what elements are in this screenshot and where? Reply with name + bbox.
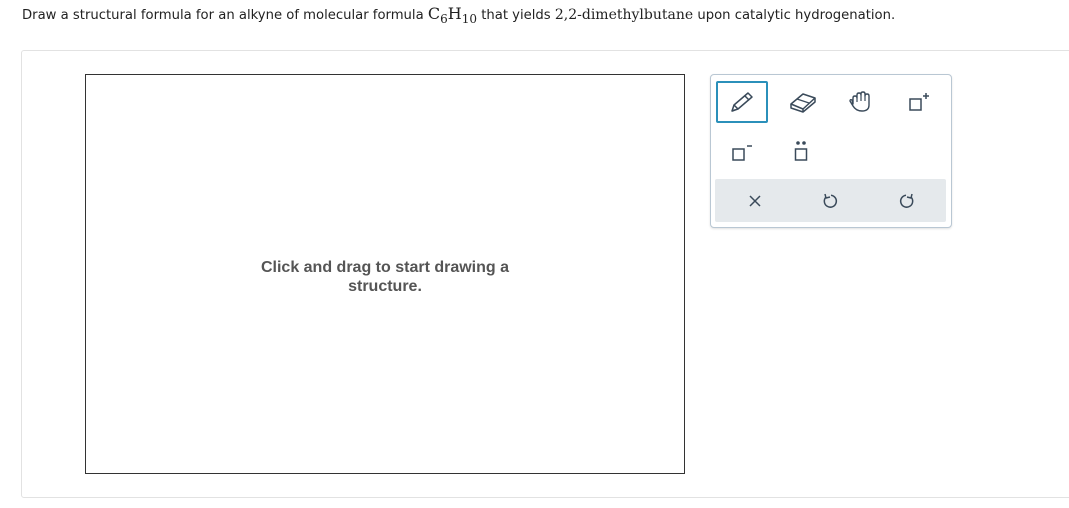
- hand-tool-button[interactable]: [835, 81, 887, 123]
- positive-charge-tool-button[interactable]: [893, 81, 945, 123]
- eraser-tool-button[interactable]: [777, 81, 829, 123]
- undo-icon: [823, 193, 838, 208]
- lone-pair-icon: [794, 141, 808, 161]
- question-suffix: upon catalytic hydrogenation.: [697, 8, 896, 23]
- eraser-icon: [790, 93, 816, 113]
- redo-icon: [899, 193, 914, 208]
- pencil-tool-button[interactable]: [716, 81, 768, 123]
- negative-charge-tool-button[interactable]: [716, 131, 768, 173]
- positive-charge-icon: [909, 93, 929, 111]
- action-bar: [715, 179, 946, 222]
- canvas-hint: Click and drag to start drawing a struct…: [260, 259, 510, 295]
- compound-name: 2,2-dimethylbutane: [554, 7, 694, 23]
- drawing-toolbox: [710, 74, 952, 228]
- clear-icon: [749, 194, 761, 207]
- hand-icon: [849, 91, 870, 112]
- redo-button[interactable]: [872, 179, 942, 222]
- negative-charge-icon: [732, 145, 752, 161]
- question-text: Draw a structural formula for an alkyne …: [22, 4, 896, 26]
- undo-button[interactable]: [795, 179, 865, 222]
- drawing-canvas[interactable]: Click and drag to start drawing a struct…: [85, 74, 685, 474]
- molecular-formula: C6H10: [427, 4, 477, 26]
- pencil-icon: [731, 92, 753, 112]
- clear-button[interactable]: [720, 179, 790, 222]
- question-middle: that yields: [481, 8, 551, 23]
- question-prefix: Draw a structural formula for an alkyne …: [22, 8, 424, 23]
- lone-pair-tool-button[interactable]: [775, 131, 827, 173]
